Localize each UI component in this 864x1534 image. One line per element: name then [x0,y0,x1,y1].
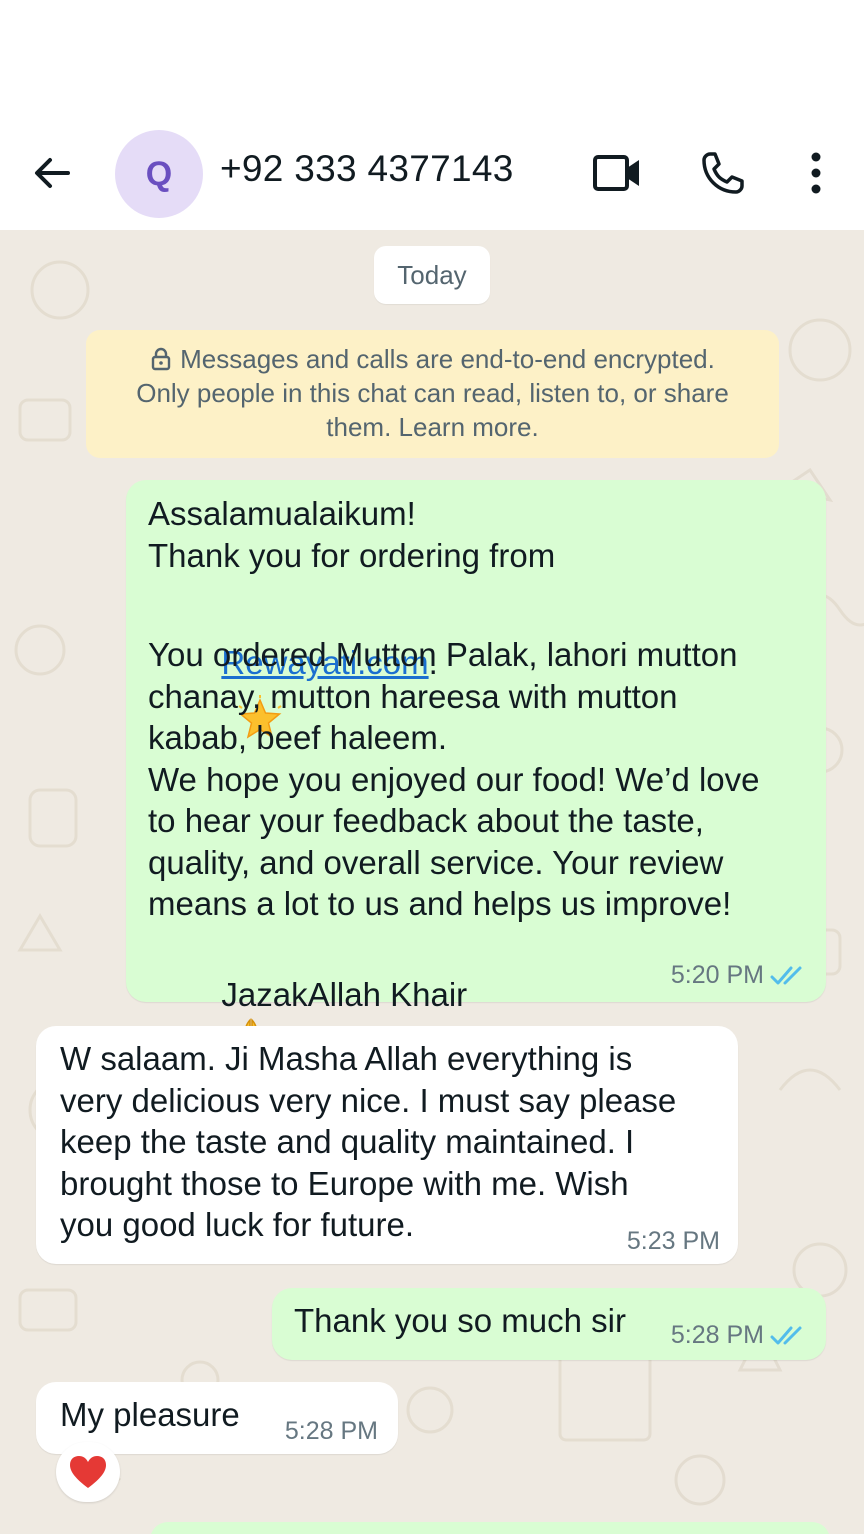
message-time: 5:20 PM [670,961,764,989]
message-time: 5:23 PM [626,1227,720,1255]
message-meta: 5:23 PM [627,1227,720,1256]
avatar[interactable]: Q [115,130,203,218]
double-check-icon [770,966,802,984]
encryption-notice-line1: Messages and calls are end-to-end encryp… [180,344,715,374]
outgoing-message[interactable]: Thank you so much sir 5:28 PM [272,1288,826,1360]
video-call-icon [593,155,639,191]
phone-icon [702,152,744,194]
next-message-peek [150,1522,830,1534]
more-vertical-icon [811,152,821,194]
contact-name[interactable]: +92 333 4377143 [220,148,514,190]
more-options-button[interactable] [796,148,836,198]
message-signoff: JazakAllah Khair [221,976,468,1013]
lock-icon [151,347,171,371]
encryption-notice-line3: them. Learn more. [326,412,539,442]
message-meta: 5:20 PM [671,961,808,990]
message-text: Thank you so much sir [294,1302,626,1339]
double-check-icon [770,1326,802,1344]
message-text: W salaam. Ji Masha Allah everything is v… [60,1040,677,1243]
video-call-button[interactable] [590,150,646,196]
message-reaction[interactable] [56,1442,120,1502]
outgoing-message[interactable]: Assalamualaikum! Thank you for ordering … [126,480,826,1065]
message-text: My pleasure [60,1396,240,1433]
message-meta: 5:28 PM [285,1417,378,1446]
date-separator: Today [374,246,490,304]
message-time: 5:28 PM [670,1321,764,1349]
message-body: You ordered Mutton Palak, lahori mutton … [148,636,760,922]
message-line: Assalamualaikum! [148,495,416,532]
message-line: Thank you for ordering from [148,536,556,574]
message-time: 5:28 PM [284,1417,378,1445]
back-button[interactable] [28,148,78,198]
status-bar [0,0,864,118]
chat-header: Q +92 333 4377143 [0,118,864,230]
encryption-notice-line2: Only people in this chat can read, liste… [136,378,729,408]
incoming-message[interactable]: W salaam. Ji Masha Allah everything is v… [36,1026,738,1264]
arrow-left-icon [35,158,70,188]
red-heart-icon [70,1456,106,1488]
message-meta: 5:28 PM [671,1321,808,1350]
voice-call-button[interactable] [698,148,748,198]
chat-area[interactable]: Today Messages and calls are end-to-end … [0,230,864,1534]
encryption-notice[interactable]: Messages and calls are end-to-end encryp… [86,330,779,458]
